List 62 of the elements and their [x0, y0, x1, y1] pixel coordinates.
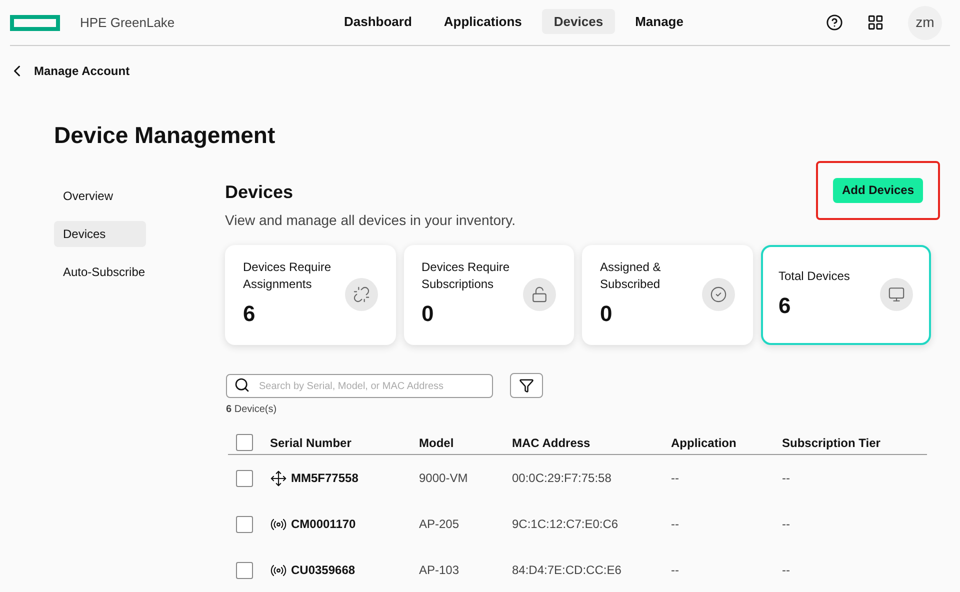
- column-header: Subscription Tier: [782, 434, 882, 452]
- unlink-icon: [352, 286, 370, 303]
- card-value: 6: [243, 300, 256, 328]
- device-count: 6 Device(s): [226, 403, 278, 417]
- row-checkbox[interactable]: [236, 516, 253, 532]
- stat-card[interactable]: Total Devices 6: [760, 244, 931, 344]
- table-cell-text: 00:0C:29:F7:75:58: [512, 470, 612, 487]
- section-subtitle: View and manage all devices in your inventory.: [225, 210, 516, 230]
- table-cell-text: --: [782, 470, 791, 487]
- sidebar-item[interactable]: Auto-Subscribe: [54, 258, 154, 284]
- card-value: 6: [778, 292, 792, 320]
- logo-icon: [10, 14, 60, 30]
- card-value: 0: [600, 300, 614, 328]
- filter-button[interactable]: [510, 372, 543, 398]
- check-circle-icon: [710, 286, 726, 303]
- card-value: 0: [422, 300, 435, 328]
- brand-name: HPE GreenLake: [80, 14, 175, 32]
- unlocked-lock-icon: [531, 286, 548, 303]
- column-header: Serial Number: [270, 434, 352, 452]
- card-label: Devices Require Assignments: [243, 259, 332, 293]
- sidebar-item[interactable]: Overview: [54, 182, 146, 208]
- table-cell-text: 84:D4:7E:CD:CC:E6: [512, 562, 622, 579]
- filter-icon: [519, 378, 534, 392]
- serial-number[interactable]: MM5F77558: [291, 469, 358, 487]
- table-cell-text: --: [671, 516, 680, 533]
- column-header: Application: [671, 434, 738, 452]
- table-cell-text: 9000-VM: [419, 470, 469, 487]
- stat-card[interactable]: Assigned & Subscribed 0: [582, 244, 752, 344]
- row-checkbox[interactable]: [236, 562, 253, 578]
- table-cell-text: --: [782, 516, 791, 533]
- nav-tab[interactable]: Manage: [623, 9, 696, 34]
- column-header: MAC Address: [512, 434, 592, 452]
- column-header: Model: [419, 434, 455, 452]
- table-cell-text: --: [782, 562, 791, 579]
- table-cell-text: --: [671, 562, 680, 579]
- search-icon: [234, 376, 250, 392]
- stat-card[interactable]: Devices Require Assignments 6: [225, 244, 396, 344]
- sidebar-item[interactable]: Devices: [54, 220, 146, 246]
- nav-tab[interactable]: Dashboard: [332, 9, 424, 34]
- serial-number[interactable]: CU0359668: [291, 561, 356, 579]
- stat-card[interactable]: Devices Require Subscriptions 0: [404, 244, 574, 344]
- add-devices-button[interactable]: Add Devices: [832, 178, 923, 202]
- search-field[interactable]: Search by Serial, Model, or MAC Address: [226, 374, 493, 398]
- table-cell-text: AP-103: [419, 562, 460, 579]
- card-label: Total Devices: [778, 268, 851, 284]
- card-label: Devices Require Subscriptions: [422, 259, 511, 293]
- user-avatar[interactable]: zm: [908, 6, 942, 40]
- apps-grid-icon[interactable]: [867, 14, 884, 31]
- row-checkbox[interactable]: [236, 470, 253, 486]
- nav-tab[interactable]: Applications: [432, 9, 534, 34]
- table-cell-text: AP-205: [419, 516, 460, 533]
- table-cell-text: 9C:1C:12:C7:E0:C6: [512, 516, 620, 533]
- help-icon[interactable]: [826, 14, 843, 31]
- nav-tab[interactable]: Devices: [542, 9, 616, 34]
- section-title: Devices: [225, 180, 294, 204]
- select-all-checkbox[interactable]: [236, 434, 253, 451]
- serial-number[interactable]: CM0001170: [291, 515, 356, 533]
- table-cell-text: --: [671, 470, 680, 487]
- back-link[interactable]: Manage Account: [34, 62, 130, 80]
- card-label: Assigned & Subscribed: [600, 259, 662, 293]
- monitor-icon: [888, 286, 905, 303]
- page-title: Device Management: [54, 121, 276, 150]
